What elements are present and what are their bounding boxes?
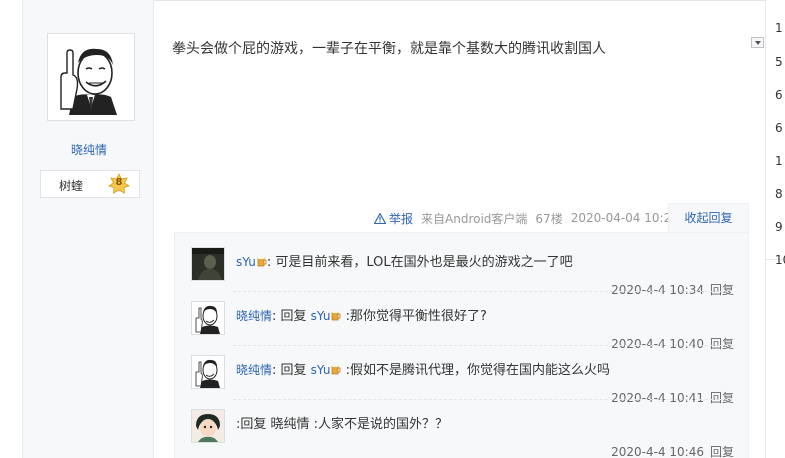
report-button[interactable]: 举报 bbox=[374, 210, 413, 227]
right-number: 9 bbox=[775, 220, 783, 234]
reply-text: : 可是目前来看，LOL在国外也是最火的游戏之一了吧 bbox=[266, 255, 573, 270]
reply-time: 2020-4-4 10:34 bbox=[611, 283, 704, 297]
reply-divider bbox=[233, 345, 733, 346]
reply-text: :那你觉得平衡性很好了? bbox=[341, 309, 487, 324]
right-number: 10 bbox=[775, 253, 785, 267]
warning-icon bbox=[374, 212, 386, 224]
report-label: 举报 bbox=[389, 211, 414, 226]
reply-target-username[interactable]: sYu bbox=[311, 309, 331, 323]
reply-avatar[interactable] bbox=[191, 409, 225, 443]
right-number: 8 bbox=[775, 187, 783, 201]
reply-prefix: : 回复 bbox=[272, 309, 311, 324]
reply-username[interactable]: 晓纯情 bbox=[236, 363, 272, 377]
reply-avatar[interactable] bbox=[191, 301, 225, 335]
level-icon: 8 bbox=[108, 173, 130, 195]
meme-face-avatar-icon bbox=[192, 356, 224, 388]
reply-time: 2020-4-4 10:40 bbox=[611, 337, 704, 351]
reply-content: sYu : 可是目前来看，LOL在国外也是最火的游戏之一了吧 bbox=[236, 251, 573, 270]
post-menu-dropdown[interactable] bbox=[751, 37, 764, 48]
reply-item: :回复 晓纯情 :人家不是说的国外？？ 2020-4-4 10:46 回复 bbox=[191, 409, 741, 458]
post-floor: 67楼 bbox=[535, 211, 563, 226]
right-number: 5 bbox=[775, 55, 783, 69]
post-time: 2020-04-04 10:25 bbox=[570, 211, 679, 225]
right-number: 1 bbox=[775, 154, 783, 168]
badge-label: 树蝰 bbox=[59, 179, 84, 193]
reply-list: sYu : 可是目前来看，LOL在国外也是最火的游戏之一了吧 2020-4-4 1… bbox=[174, 232, 749, 458]
beer-mug-icon bbox=[332, 311, 341, 321]
reply-text: :假如不是腾讯代理，你觉得在国内能这么火吗 bbox=[341, 363, 610, 378]
reply-meta: 2020-4-4 10:41 回复 bbox=[611, 389, 734, 406]
reply-button[interactable]: 回复 bbox=[710, 283, 734, 297]
reply-button[interactable]: 回复 bbox=[710, 391, 734, 405]
reply-time: 2020-4-4 10:46 bbox=[611, 445, 704, 458]
thread-page: 晓纯情 树蝰 8 拳头会做个屁的游戏，一辈子在平衡，就是靠个基数大的腾讯收割国人… bbox=[0, 0, 785, 458]
reply-target-username[interactable]: sYu bbox=[311, 363, 331, 377]
meme-face-avatar-icon bbox=[192, 302, 224, 334]
post-meta: 举报 来自Android客户端 67楼 2020-04-04 10:25 bbox=[374, 210, 687, 226]
reply-content: :回复 晓纯情 :人家不是说的国外？？ bbox=[236, 413, 448, 432]
beer-mug-icon bbox=[332, 365, 341, 375]
reply-content: 晓纯情: 回复 sYu :假如不是腾讯代理，你觉得在国内能这么火吗 bbox=[236, 359, 610, 378]
author-panel: 晓纯情 树蝰 8 bbox=[22, 0, 154, 458]
right-number: 1 bbox=[775, 21, 783, 35]
post-content: 拳头会做个屁的游戏，一辈子在平衡，就是靠个基数大的腾讯收割国人 bbox=[172, 41, 606, 57]
reply-divider bbox=[233, 291, 733, 292]
right-number: 6 bbox=[775, 88, 783, 102]
reply-prefix: : 回复 bbox=[272, 363, 311, 378]
reply-avatar[interactable] bbox=[191, 247, 225, 281]
author-name[interactable]: 晓纯情 bbox=[23, 141, 155, 158]
badge-level-number: 8 bbox=[115, 177, 123, 188]
reply-username[interactable]: 晓纯情 bbox=[236, 309, 272, 323]
reply-text: :回复 晓纯情 :人家不是说的国外？？ bbox=[236, 417, 449, 432]
reply-time: 2020-4-4 10:41 bbox=[611, 391, 704, 405]
reply-meta: 2020-4-4 10:40 回复 bbox=[611, 335, 734, 352]
anime-avatar-icon bbox=[192, 410, 224, 442]
reply-divider bbox=[233, 399, 733, 400]
reply-item: sYu : 可是目前来看，LOL在国外也是最火的游戏之一了吧 2020-4-4 1… bbox=[191, 247, 741, 303]
member-badge[interactable]: 树蝰 8 bbox=[40, 170, 140, 198]
reply-meta: 2020-4-4 10:34 回复 bbox=[611, 281, 734, 298]
post-source: 来自Android客户端 bbox=[421, 211, 528, 226]
dark-photo-avatar-icon bbox=[192, 248, 224, 280]
reply-avatar[interactable] bbox=[191, 355, 225, 389]
meme-face-avatar-icon bbox=[51, 37, 131, 117]
collapse-replies-button[interactable]: 收起回复 bbox=[668, 203, 749, 233]
beer-mug-icon bbox=[257, 257, 267, 267]
author-avatar[interactable] bbox=[47, 33, 135, 121]
reply-meta: 2020-4-4 10:46 回复 bbox=[611, 443, 734, 458]
reply-button[interactable]: 回复 bbox=[710, 445, 734, 458]
reply-content: 晓纯情: 回复 sYu :那你觉得平衡性很好了? bbox=[236, 305, 487, 324]
right-number: 6 bbox=[775, 121, 783, 135]
reply-username[interactable]: sYu bbox=[236, 255, 256, 269]
reply-button[interactable]: 回复 bbox=[710, 337, 734, 351]
reply-item: 晓纯情: 回复 sYu :那你觉得平衡性很好了? 2020-4-4 10:40 回… bbox=[191, 301, 741, 357]
reply-item: 晓纯情: 回复 sYu :假如不是腾讯代理，你觉得在国内能这么火吗 2020-4… bbox=[191, 355, 741, 411]
